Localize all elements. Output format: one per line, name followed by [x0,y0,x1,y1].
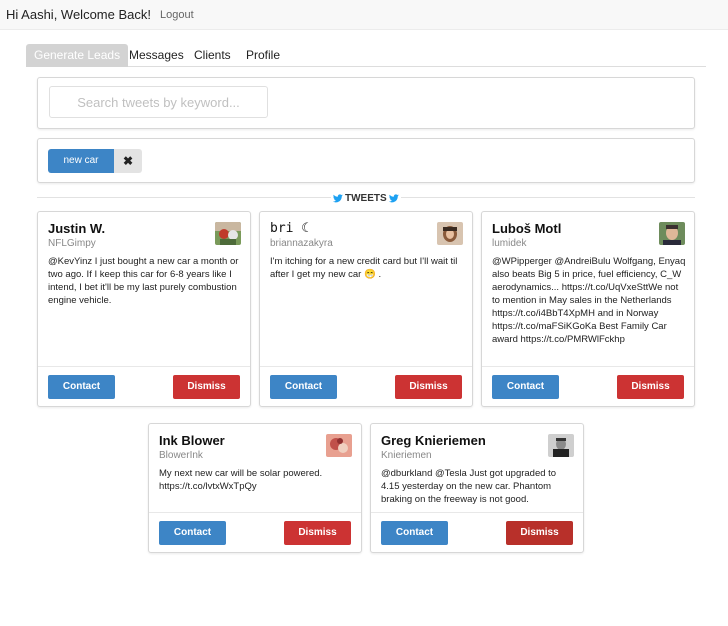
tweet-text: @KevYinz I just bought a new car a month… [48,256,239,306]
logout-link[interactable]: Logout [160,9,194,21]
tweet-author-handle: NFLGimpy [48,238,96,249]
keyword-tag-label[interactable]: new car [48,149,114,173]
contact-button[interactable]: Contact [492,375,559,399]
tweet-author-name: Ink Blower [159,433,225,448]
tweet-text: I'm itching for a new credit card but I'… [270,256,458,280]
top-navbar: Hi Aashi, Welcome Back! Logout [0,0,728,30]
tweet-card-footer: Contact Dismiss [38,366,250,406]
dismiss-button[interactable]: Dismiss [173,375,240,399]
contact-button[interactable]: Contact [381,521,448,545]
tweet-author-handle: lumidek [492,238,527,249]
tweet-card: Ink Blower BlowerInk My next new car wil… [148,423,362,553]
tweet-text: @WPipperger @AndreiBulu Wolfgang, Enyaq … [492,256,686,345]
dismiss-button[interactable]: Dismiss [395,375,462,399]
avatar [215,222,241,245]
tweet-card-footer: Contact Dismiss [371,512,583,552]
dismiss-button[interactable]: Dismiss [617,375,684,399]
tweet-card: Luboš Motl lumidek @WPipperger @AndreiBu… [481,211,695,407]
tweets-title: TWEETS [345,192,387,204]
tweet-author-handle: BlowerInk [159,450,203,461]
twitter-bird-icon [333,193,343,202]
welcome-text: Hi Aashi, Welcome Back! [6,7,151,22]
tab-clients[interactable]: Clients [194,44,231,67]
tweet-card: Justin W. NFLGimpy @KevYinz I just bough… [37,211,251,407]
tweet-author-name: Luboš Motl [492,221,562,236]
main-tabs: Generate Leads Messages Clients Profile [26,44,706,67]
avatar [437,222,463,245]
tab-messages[interactable]: Messages [129,44,184,67]
tweet-author-name: bri ☾ [270,221,310,236]
tweet-card-footer: Contact Dismiss [149,512,361,552]
tweet-card-footer: Contact Dismiss [482,366,694,406]
search-input[interactable] [49,86,268,118]
tweet-card: bri ☾ briannazakyra I'm itching for a ne… [259,211,473,407]
tweet-text: My next new car will be solar powered. h… [159,468,323,492]
twitter-bird-icon [388,193,399,202]
tweet-author-name: Justin W. [48,221,106,236]
tweet-text: @dburkland @Tesla Just got upgraded to 4… [381,468,557,505]
close-icon[interactable]: ✖ [114,149,142,173]
contact-button[interactable]: Contact [270,375,337,399]
tab-profile[interactable]: Profile [246,44,280,67]
dismiss-button[interactable]: Dismiss [284,521,351,545]
avatar [326,434,352,457]
avatar [548,434,574,457]
contact-button[interactable]: Contact [48,375,115,399]
tab-generate-leads[interactable]: Generate Leads [26,44,129,67]
dismiss-button[interactable]: Dismiss [506,521,573,545]
keyword-tag: new car ✖ [48,149,142,173]
tweet-author-name: Greg Knieriemen [381,433,486,448]
search-panel [37,77,695,129]
tweet-card: Greg Knieriemen Knieriemen @dburkland @T… [370,423,584,553]
tweet-author-handle: briannazakyra [270,238,333,249]
avatar [659,222,685,245]
contact-button[interactable]: Contact [159,521,226,545]
tweets-section-header: TWEETS [331,191,401,205]
tweet-author-handle: Knieriemen [381,450,432,461]
tweet-card-footer: Contact Dismiss [260,366,472,406]
keyword-tags-panel: new car ✖ [37,138,695,183]
